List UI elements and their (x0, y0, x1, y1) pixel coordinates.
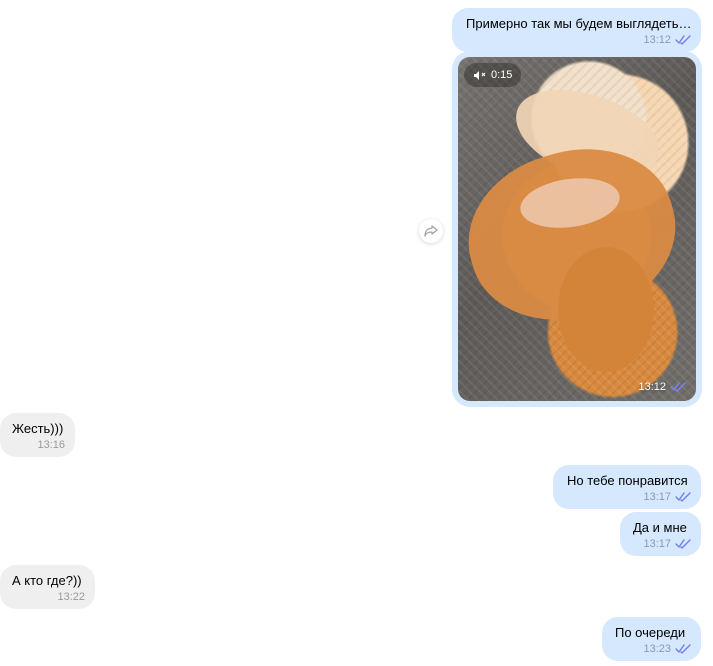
double-check-icon (675, 539, 691, 549)
video-duration: 0:15 (491, 69, 513, 81)
cat-video-thumbnail[interactable]: 0:15 13:12 (458, 57, 696, 401)
message-meta: 13:17 (643, 489, 691, 505)
video-time: 13:12 (638, 381, 666, 393)
double-check-icon (670, 382, 686, 392)
message-text: Да и мне (633, 520, 687, 535)
message-time: 13:23 (643, 643, 671, 655)
message-meta: 13:22 (57, 589, 85, 605)
speaker-muted-icon (474, 70, 486, 80)
video-mute-duration-pill[interactable]: 0:15 (464, 63, 522, 87)
share-forward-button[interactable] (419, 219, 443, 243)
share-forward-icon (424, 225, 438, 237)
message-text: Но тебе понравится (567, 473, 688, 488)
message-time: 13:17 (643, 491, 671, 503)
message-text: Примерно так мы будем выглядеть… (466, 16, 692, 31)
message-bubble-outgoing-3[interactable]: Да и мне 13:17 (620, 512, 701, 556)
message-meta: 13:23 (643, 641, 691, 657)
double-check-icon (675, 492, 691, 502)
video-meta: 13:12 (638, 381, 686, 393)
message-bubble-incoming-2[interactable]: А кто где?)) 13:22 (0, 565, 95, 609)
message-text: По очереди (615, 625, 686, 640)
message-bubble-outgoing-2[interactable]: Но тебе понравится 13:17 (553, 465, 701, 509)
message-bubble-outgoing-4[interactable]: По очереди 13:23 (602, 617, 701, 661)
video-message[interactable]: 0:15 13:12 (452, 51, 702, 407)
message-bubble-incoming-1[interactable]: Жесть))) 13:16 (0, 413, 75, 457)
double-check-icon (675, 644, 691, 654)
orange-cat-head-shape (558, 247, 654, 372)
message-time: 13:12 (643, 34, 671, 46)
message-text: А кто где?)) (12, 573, 82, 588)
message-time: 13:17 (643, 538, 671, 550)
message-time: 13:22 (57, 591, 85, 603)
message-bubble-outgoing-1[interactable]: Примерно так мы будем выглядеть… 13:12 (452, 8, 701, 52)
message-text: Жесть))) (12, 421, 64, 436)
message-meta: 13:17 (643, 536, 691, 552)
message-time: 13:16 (37, 439, 65, 451)
message-meta: 13:16 (37, 437, 65, 453)
double-check-icon (675, 35, 691, 45)
message-meta: 13:12 (643, 32, 691, 48)
